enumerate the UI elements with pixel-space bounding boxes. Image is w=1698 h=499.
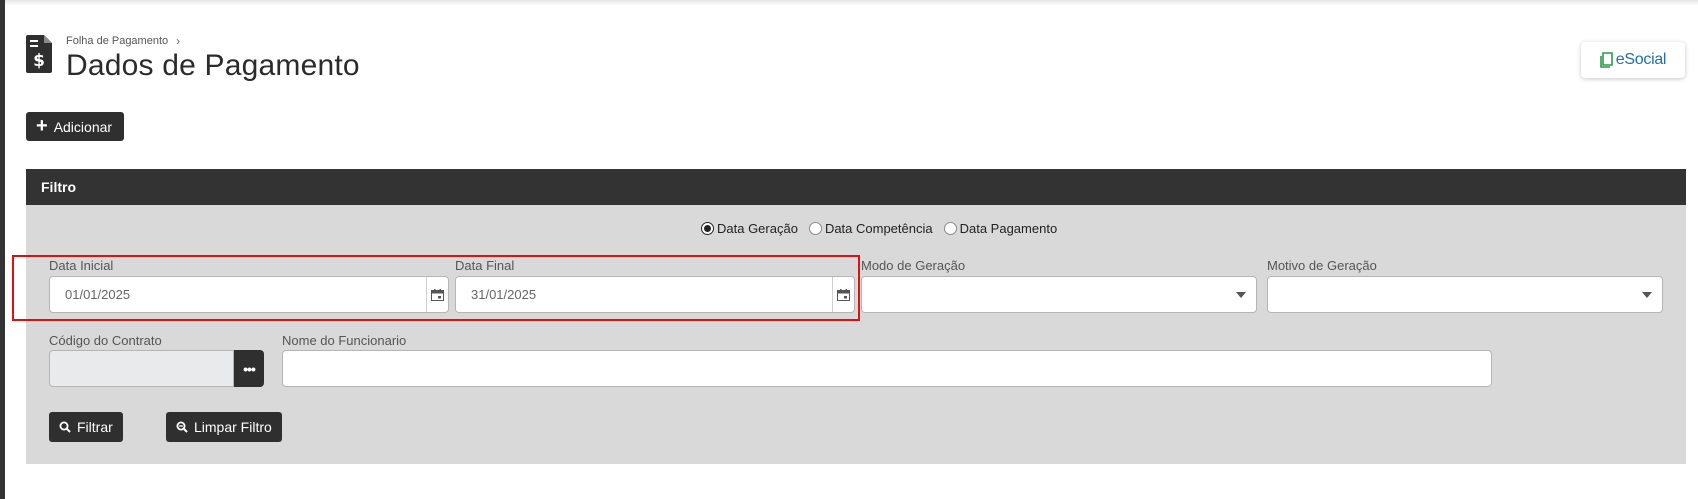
filter-button-label: Filtrar	[77, 419, 113, 435]
esocial-logo-icon	[1599, 52, 1613, 68]
esocial-button[interactable]: eSocial	[1581, 42, 1685, 78]
breadcrumb-chevron-icon: ›	[176, 34, 181, 48]
page-title: Dados de Pagamento	[66, 49, 360, 82]
breadcrumb-link-folha[interactable]: Folha de Pagamento	[66, 35, 168, 47]
modo-geracao-select[interactable]	[861, 276, 1257, 313]
clear-filter-button-label: Limpar Filtro	[194, 419, 272, 435]
chevron-down-icon	[1642, 292, 1652, 298]
esocial-label: eSocial	[1615, 51, 1667, 68]
motivo-geracao-label: Motivo de Geração	[1267, 258, 1377, 273]
radio-unchecked-icon[interactable]	[808, 222, 822, 235]
radio-label: Data Pagamento	[959, 221, 1058, 236]
radio-option-data-geracao[interactable]: Data Geração	[701, 221, 798, 236]
contract-search-button[interactable]: •••	[234, 350, 264, 387]
filter-button[interactable]: Filtrar	[49, 412, 123, 442]
calendar-icon[interactable]	[426, 277, 448, 312]
add-button-label: Adicionar	[53, 118, 113, 135]
date-type-radio-group: Data Geração Data Competência Data Pagam…	[701, 221, 1068, 236]
search-icon	[59, 421, 71, 433]
radio-label: Data Competência	[824, 221, 933, 236]
calendar-icon[interactable]	[832, 277, 854, 312]
title-block: Folha de Pagamento › Dados de Pagamento	[66, 34, 360, 83]
chevron-down-icon	[1236, 292, 1246, 298]
filter-panel-body: Data Geração Data Competência Data Pagam…	[12, 205, 1686, 464]
svg-text:$: $	[33, 51, 45, 71]
radio-option-data-competencia[interactable]: Data Competência	[808, 221, 933, 236]
filter-title: Filtro	[41, 179, 76, 195]
nome-funcionario-label: Nome do Funcionario	[282, 333, 407, 348]
breadcrumb: Folha de Pagamento ›	[66, 34, 360, 48]
radio-unchecked-icon[interactable]	[943, 222, 957, 235]
app-frame: $ Folha de Pagamento › Dados de Pagament…	[0, 0, 1698, 499]
data-final-input[interactable]: 31/01/2025	[455, 276, 855, 313]
data-final-label: Data Final	[455, 258, 515, 273]
clear-filter-button[interactable]: Limpar Filtro	[166, 412, 282, 442]
motivo-geracao-select[interactable]	[1267, 276, 1663, 313]
data-final-value: 31/01/2025	[471, 287, 537, 302]
page-header: $ Folha de Pagamento › Dados de Pagament…	[26, 34, 360, 83]
data-inicial-label: Data Inicial	[49, 258, 114, 273]
add-button[interactable]: + Adicionar	[26, 112, 125, 141]
radio-option-data-pagamento[interactable]: Data Pagamento	[943, 221, 1058, 236]
modo-geracao-label: Modo de Geração	[861, 258, 966, 273]
zoom-out-icon	[176, 421, 188, 433]
filter-panel-header: Filtro	[26, 169, 1686, 205]
radio-checked-icon[interactable]	[701, 222, 714, 235]
data-inicial-value: 01/01/2025	[65, 287, 131, 302]
nome-funcionario-input[interactable]	[282, 350, 1492, 387]
invoice-dollar-icon: $	[26, 35, 52, 73]
top-bar-shadow	[5, 0, 1698, 6]
more-dots-icon: •••	[243, 360, 256, 377]
left-sidebar-strip	[0, 0, 5, 499]
plus-icon: +	[36, 114, 48, 137]
data-inicial-input[interactable]: 01/01/2025	[49, 276, 449, 313]
radio-label: Data Geração	[717, 221, 798, 236]
codigo-contrato-label: Código do Contrato	[49, 333, 162, 348]
codigo-contrato-input[interactable]	[49, 350, 234, 387]
